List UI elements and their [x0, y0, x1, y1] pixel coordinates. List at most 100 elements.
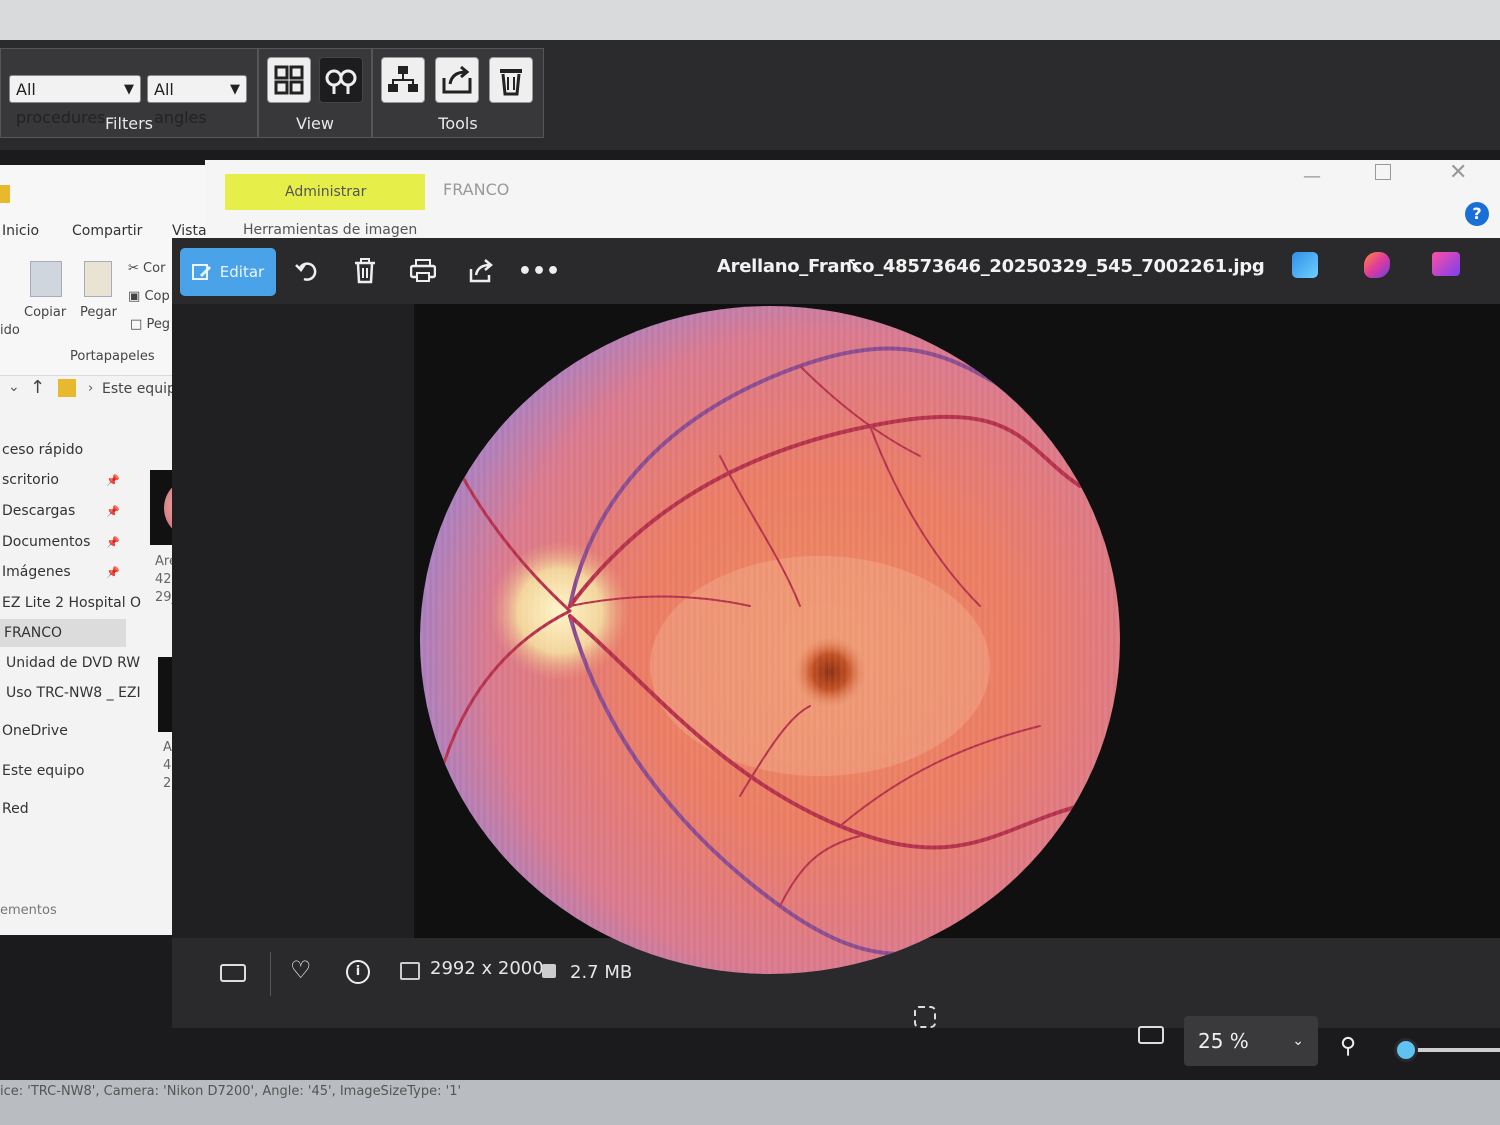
context-group-label: Herramientas de imagen: [243, 222, 418, 238]
pin-icon: 📌: [106, 566, 120, 579]
close-button[interactable]: ✕: [1449, 160, 1467, 185]
tab-compartir[interactable]: Compartir: [72, 223, 142, 239]
trash-icon: [500, 69, 522, 96]
item-count-label: ementos: [0, 903, 57, 918]
edit-label: Editar: [219, 263, 265, 281]
screen-moire: [420, 306, 1120, 974]
export-icon: [442, 65, 472, 94]
print-icon: [410, 259, 436, 282]
copy-path-button[interactable]: ▣ Cop: [128, 289, 170, 304]
nav-item-franco[interactable]: FRANCO: [0, 619, 126, 647]
maximize-button[interactable]: [1375, 164, 1391, 180]
photos-app-icon[interactable]: [1292, 252, 1318, 278]
view-label: View: [296, 114, 334, 133]
copy-path-label: Cop: [144, 289, 170, 304]
paste-icon: [84, 261, 112, 297]
pin-icon: 📌: [106, 474, 120, 487]
host-title-strip: [0, 0, 1500, 40]
nav-item-downloads[interactable]: Descargas 📌: [2, 503, 122, 519]
folder-title: FRANCO: [443, 180, 510, 199]
network-tool-button[interactable]: [381, 57, 425, 103]
tab-administrar[interactable]: Administrar: [285, 184, 366, 200]
zoom-level-dropdown[interactable]: 25 % ⌄: [1184, 1016, 1318, 1066]
cut-button[interactable]: ✂ Cor: [128, 261, 165, 276]
tools-label: Tools: [438, 114, 478, 133]
clipchamp-icon[interactable]: [1432, 252, 1460, 276]
compare-eyes-icon: [325, 69, 357, 94]
scissors-icon: ✂: [128, 261, 139, 276]
share-button[interactable]: [466, 256, 496, 286]
nav-label: EZ Lite 2 Hospital O: [2, 595, 142, 611]
export-tool-button[interactable]: [435, 57, 479, 103]
paste-button[interactable]: Pegar: [80, 305, 117, 320]
copy-button[interactable]: Copiar: [24, 305, 66, 320]
zoom-slider-track[interactable]: [1404, 1048, 1500, 1052]
shortcut-icon: □: [130, 317, 143, 332]
nav-label: Unidad de DVD RW: [6, 655, 141, 671]
copilot-icon[interactable]: [1364, 252, 1390, 278]
delete-button[interactable]: [350, 256, 380, 286]
help-icon[interactable]: ?: [1465, 202, 1489, 226]
filters-group: All procedures ▼ All angles ▼ Filters: [0, 48, 258, 138]
zoom-slider-handle[interactable]: [1394, 1038, 1418, 1062]
file-size: 2.7 MB: [570, 962, 633, 983]
nav-item-desktop[interactable]: scritorio 📌: [2, 472, 122, 488]
view-group: View: [258, 48, 372, 138]
nav-item-this-pc[interactable]: Este equipo: [2, 763, 84, 779]
zoom-out-icon[interactable]: ⚲: [1340, 1034, 1356, 1059]
copy-path-icon: ▣: [128, 289, 141, 304]
fit-screen-icon[interactable]: [914, 1006, 936, 1028]
tab-inicio[interactable]: Inicio: [2, 223, 39, 239]
actual-size-icon[interactable]: [1138, 1026, 1164, 1044]
nav-item-dvd[interactable]: Unidad de DVD RW: [6, 655, 140, 671]
tab-vista[interactable]: Vista: [172, 223, 207, 239]
up-arrow-icon[interactable]: ↑: [30, 377, 45, 398]
zoom-value: 25 %: [1198, 1029, 1249, 1053]
nav-label: Imágenes: [2, 564, 71, 580]
fundus-image: [420, 306, 1120, 974]
chevron-down-icon[interactable]: ⌄: [8, 379, 20, 395]
viewer-toolbar: Editar ••• Arellano_Franco_48573646_2025…: [172, 238, 1500, 304]
nav-item-trc[interactable]: Uso TRC-NW8 _ EZI: [6, 685, 141, 701]
rotate-icon: [295, 262, 317, 281]
filmstrip-icon[interactable]: [220, 964, 246, 982]
nav-label: FRANCO: [4, 625, 63, 641]
more-options-button[interactable]: •••: [518, 256, 560, 286]
minimize-button[interactable]: —: [1303, 166, 1321, 187]
nav-item-quick-access[interactable]: ceso rápido: [2, 442, 83, 458]
print-button[interactable]: [408, 256, 438, 286]
paste-shortcut-label: Peg: [146, 317, 171, 332]
procedures-dropdown[interactable]: All procedures ▼: [9, 75, 141, 127]
explorer-titlebar: Administrar Herramientas de imagen FRANC…: [205, 160, 1500, 240]
nav-label: Este equipo: [2, 763, 85, 779]
breadcrumb-separator-icon: ›: [88, 381, 94, 396]
network-icon: [388, 66, 418, 92]
divider: [270, 952, 271, 996]
pin-icon: 📌: [106, 505, 120, 518]
compare-view-button[interactable]: [319, 57, 363, 103]
angles-dropdown[interactable]: All angles ▼: [147, 75, 247, 127]
nav-item-network[interactable]: Red: [2, 801, 29, 817]
nav-item-ez-lite[interactable]: EZ Lite 2 Hospital O: [2, 595, 141, 611]
folder-icon: [58, 379, 76, 397]
edit-button[interactable]: Editar: [180, 248, 276, 296]
cut-label: Cor: [143, 261, 166, 276]
paste-shortcut-button[interactable]: □ Peg: [130, 317, 170, 332]
more-dots-icon: •••: [517, 258, 561, 284]
nav-label: ceso rápido: [2, 442, 84, 458]
delete-tool-button[interactable]: [489, 57, 533, 103]
nav-label: scritorio: [2, 472, 59, 488]
grid-icon: [274, 65, 304, 95]
favorite-heart-icon[interactable]: ♡: [290, 956, 312, 984]
nav-label: Red: [2, 801, 29, 817]
info-icon[interactable]: i: [346, 960, 370, 984]
nav-label: Descargas: [2, 503, 76, 519]
nav-item-documents[interactable]: Documentos 📌: [2, 534, 122, 550]
clipboard-group-label: Portapapeles: [70, 349, 155, 364]
grid-view-button[interactable]: [267, 57, 311, 103]
rotate-button[interactable]: [292, 256, 322, 286]
copy-icon: [30, 261, 62, 297]
nav-label: Uso TRC-NW8 _ EZI: [6, 685, 141, 701]
nav-item-onedrive[interactable]: OneDrive: [2, 723, 68, 739]
nav-item-images[interactable]: Imágenes 📌: [2, 564, 122, 580]
